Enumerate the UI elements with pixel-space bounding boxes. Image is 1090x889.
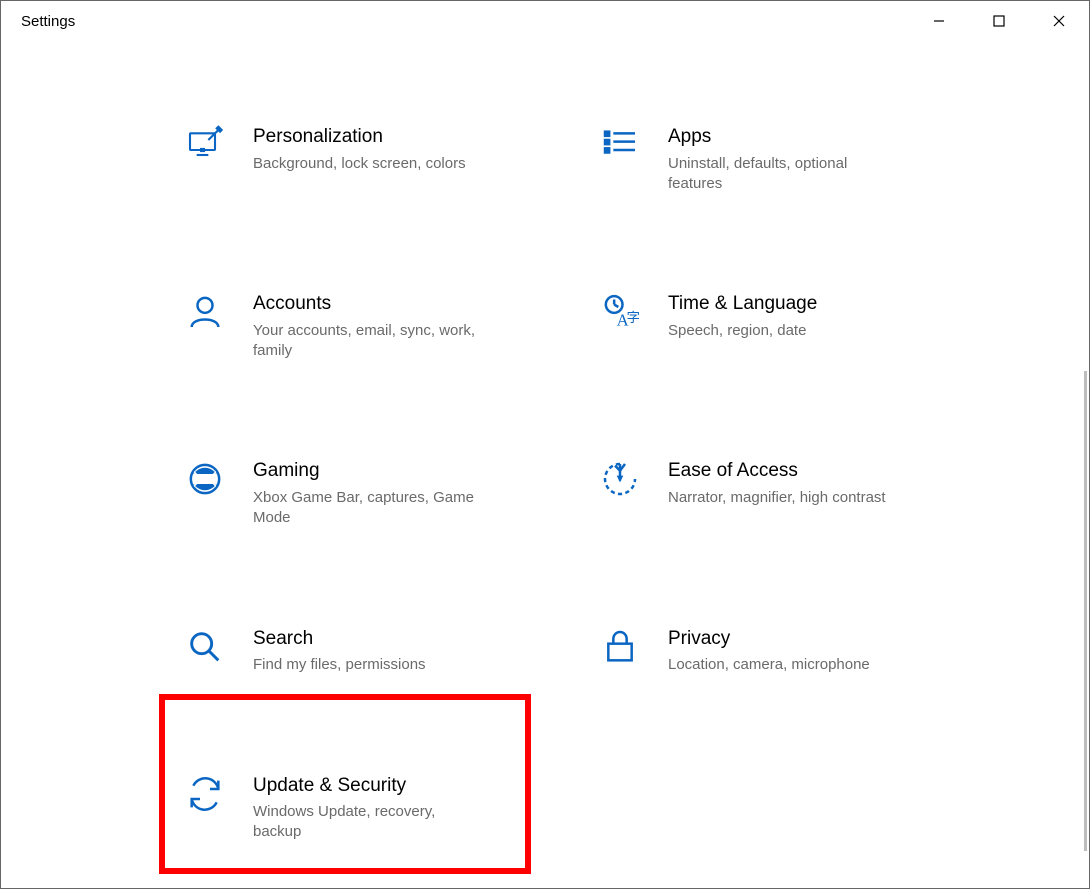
tile-ease-of-access[interactable]: Ease of Access Narrator, magnifier, high…	[586, 455, 971, 532]
update-security-icon	[185, 774, 225, 819]
tile-subtitle: Find my files, permissions	[253, 655, 426, 675]
tile-privacy[interactable]: Privacy Location, camera, microphone	[586, 623, 971, 680]
svg-text:字: 字	[627, 310, 640, 325]
titlebar: Settings	[1, 1, 1089, 41]
tile-subtitle: Windows Update, recovery, backup	[253, 802, 485, 843]
settings-window: Settings	[0, 0, 1090, 889]
close-button[interactable]	[1029, 1, 1089, 41]
tile-title: Privacy	[668, 627, 870, 652]
tile-subtitle: Uninstall, defaults, optional features	[668, 154, 900, 195]
privacy-icon	[600, 627, 640, 672]
accounts-icon	[185, 292, 225, 337]
tile-search[interactable]: Search Find my files, permissions	[171, 623, 556, 680]
tile-title: Apps	[668, 125, 900, 150]
search-icon	[185, 627, 225, 672]
tile-title: Accounts	[253, 292, 485, 317]
tile-subtitle: Xbox Game Bar, captures, Game Mode	[253, 488, 485, 529]
window-controls	[909, 1, 1089, 41]
tile-time-language[interactable]: A 字 Time & Language Speech, region, date	[586, 288, 971, 365]
maximize-button[interactable]	[969, 1, 1029, 41]
tile-subtitle: Narrator, magnifier, high contrast	[668, 488, 886, 508]
tile-accounts[interactable]: Accounts Your accounts, email, sync, wor…	[171, 288, 556, 365]
time-language-icon: A 字	[600, 292, 640, 337]
tile-title: Search	[253, 627, 426, 652]
tile-subtitle: Background, lock screen, colors	[253, 154, 466, 174]
scrollbar[interactable]	[1084, 371, 1087, 851]
apps-icon	[600, 125, 640, 170]
settings-categories: Personalization Background, lock screen,…	[171, 121, 971, 847]
tile-title: Time & Language	[668, 292, 817, 317]
tile-update-security[interactable]: Update & Security Windows Update, recove…	[171, 770, 556, 847]
tile-title: Personalization	[253, 125, 466, 150]
tile-subtitle: Speech, region, date	[668, 321, 817, 341]
tile-personalization[interactable]: Personalization Background, lock screen,…	[171, 121, 556, 198]
tile-subtitle: Your accounts, email, sync, work, family	[253, 321, 485, 362]
personalization-icon	[185, 125, 225, 170]
tile-title: Gaming	[253, 459, 485, 484]
tile-title: Ease of Access	[668, 459, 886, 484]
ease-of-access-icon	[600, 459, 640, 504]
tile-title: Update & Security	[253, 774, 485, 799]
tile-apps[interactable]: Apps Uninstall, defaults, optional featu…	[586, 121, 971, 198]
gaming-icon	[185, 459, 225, 504]
minimize-button[interactable]	[909, 1, 969, 41]
tile-subtitle: Location, camera, microphone	[668, 655, 870, 675]
tile-gaming[interactable]: Gaming Xbox Game Bar, captures, Game Mod…	[171, 455, 556, 532]
window-title: Settings	[21, 13, 75, 30]
